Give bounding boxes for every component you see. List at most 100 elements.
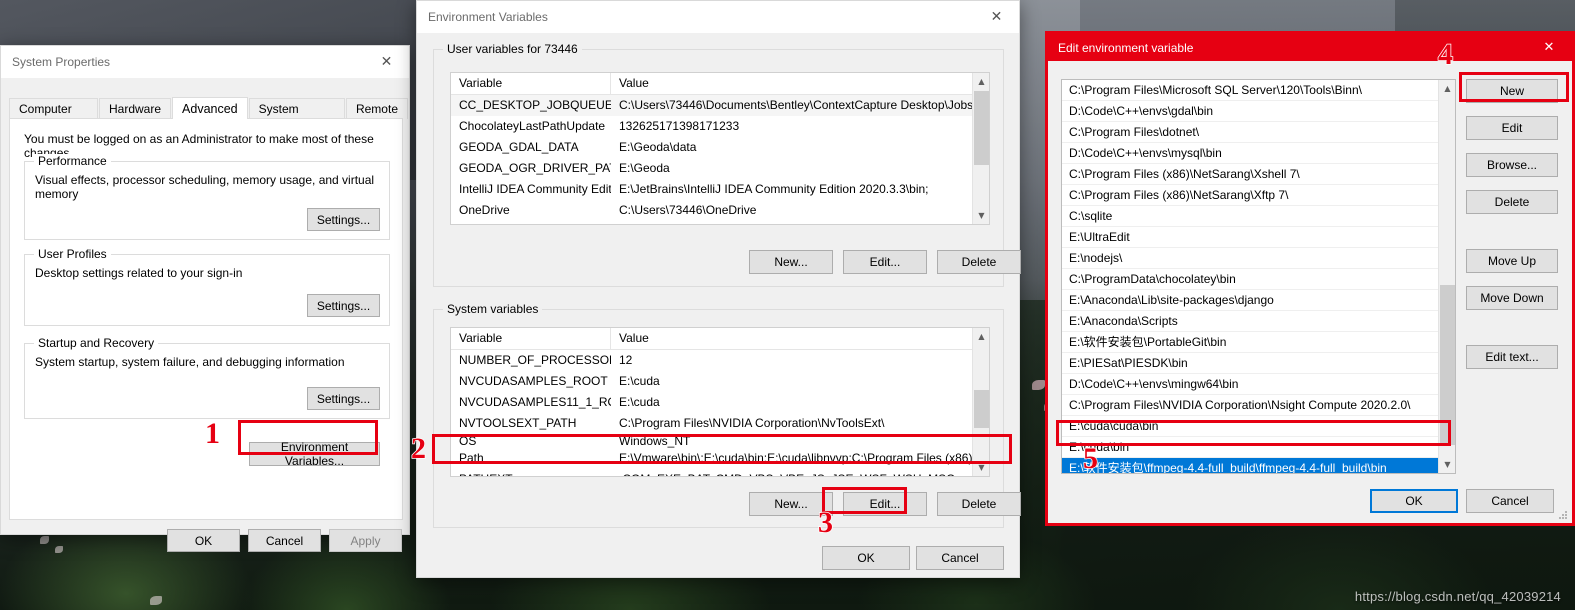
cell-variable: NUMBER_OF_PROCESSORS	[451, 350, 611, 371]
list-item[interactable]: C:\ProgramData\chocolatey\bin	[1062, 269, 1455, 290]
user-edit-button[interactable]: Edit...	[843, 250, 927, 274]
edit-env-cancel-button[interactable]: Cancel	[1466, 489, 1554, 513]
startup-recovery-group-label: Startup and Recovery	[34, 336, 158, 350]
cell-variable: NVTOOLSEXT_PATH	[451, 413, 611, 434]
scrollbar-thumb[interactable]	[974, 91, 989, 165]
list-item[interactable]: D:\Code\C++\envs\gdal\bin	[1062, 101, 1455, 122]
edit-env-ok-button[interactable]: OK	[1370, 489, 1458, 513]
user-profiles-group: User Profiles Desktop settings related t…	[24, 254, 390, 326]
column-header-value[interactable]: Value	[611, 73, 974, 95]
path-list-scrollbar[interactable]: ▲ ▼	[1438, 80, 1455, 473]
startup-recovery-settings-label: Settings...	[317, 392, 370, 406]
list-item[interactable]: C:\Program Files\Microsoft SQL Server\12…	[1062, 80, 1455, 101]
list-item[interactable]: E:\Anaconda\Lib\site-packages\django	[1062, 290, 1455, 311]
table-row[interactable]: NUMBER_OF_PROCESSORS 12	[451, 350, 989, 371]
cell-variable: PATHEXT	[451, 469, 611, 477]
list-item[interactable]: E:\UltraEdit	[1062, 227, 1455, 248]
list-item[interactable]: E:\nodejs\	[1062, 248, 1455, 269]
column-header-value[interactable]: Value	[611, 328, 974, 350]
table-row[interactable]: CC_DESKTOP_JOBQUEUE C:\Users\73446\Docum…	[451, 95, 989, 116]
table-row[interactable]: NVTOOLSEXT_PATH C:\Program Files\NVIDIA …	[451, 413, 989, 434]
tab-system-protection[interactable]: System Protection	[249, 98, 345, 119]
path-edit-text-button[interactable]: Edit text...	[1466, 345, 1558, 369]
apply-label: Apply	[350, 534, 380, 548]
scroll-up-icon[interactable]: ▲	[973, 73, 990, 90]
tab-hardware[interactable]: Hardware	[99, 98, 171, 119]
close-icon[interactable]: ✕	[1526, 34, 1572, 61]
tab-advanced[interactable]: Advanced	[172, 97, 248, 119]
user-variables-scrollbar[interactable]: ▲ ▼	[972, 73, 989, 224]
environment-variables-button[interactable]: Environment Variables...	[249, 442, 380, 466]
list-item[interactable]: E:\软件安装包\PortableGit\bin	[1062, 332, 1455, 353]
list-item[interactable]: C:\Program Files\NVIDIA Corporation\Nsig…	[1062, 395, 1455, 416]
scroll-up-icon[interactable]: ▲	[973, 328, 990, 345]
list-item[interactable]: E:\cuda\cuda\bin	[1062, 416, 1455, 437]
column-header-variable[interactable]: Variable	[451, 328, 611, 350]
tab-computer-name[interactable]: Computer Name	[9, 98, 98, 119]
path-edit-button[interactable]: Edit	[1466, 116, 1558, 140]
path-move-down-button[interactable]: Move Down	[1466, 286, 1558, 310]
list-item[interactable]: D:\Code\C++\envs\mingw64\bin	[1062, 374, 1455, 395]
system-properties-cancel-button[interactable]: Cancel	[248, 529, 321, 552]
list-item[interactable]: E:\Anaconda\Scripts	[1062, 311, 1455, 332]
system-delete-button[interactable]: Delete	[937, 492, 1021, 516]
list-item[interactable]: D:\Code\C++\envs\mysql\bin	[1062, 143, 1455, 164]
user-variables-listview[interactable]: Variable Value CC_DESKTOP_JOBQUEUE C:\Us…	[450, 72, 990, 225]
table-row[interactable]: IntelliJ IDEA Community Edit... E:\JetBr…	[451, 179, 989, 200]
cell-value: E:\cuda	[611, 392, 974, 413]
resize-grip-icon[interactable]	[1558, 510, 1568, 520]
scroll-down-icon[interactable]: ▼	[973, 459, 990, 476]
scroll-down-icon[interactable]: ▼	[1439, 456, 1456, 473]
user-delete-button[interactable]: Delete	[937, 250, 1021, 274]
list-item[interactable]: C:\Program Files (x86)\NetSarang\Xftp 7\	[1062, 185, 1455, 206]
user-new-label: New...	[774, 255, 807, 269]
path-move-up-button[interactable]: Move Up	[1466, 249, 1558, 273]
list-item[interactable]: E:\cuda\bin	[1062, 437, 1455, 458]
system-properties-ok-button[interactable]: OK	[167, 529, 240, 552]
system-new-button[interactable]: New...	[749, 492, 833, 516]
scroll-down-icon[interactable]: ▼	[973, 207, 990, 224]
close-icon[interactable]: ✕	[364, 47, 409, 78]
close-icon[interactable]: ✕	[974, 2, 1019, 33]
tab-remote[interactable]: Remote	[346, 98, 408, 119]
startup-recovery-settings-button[interactable]: Settings...	[307, 387, 380, 410]
column-header-variable[interactable]: Variable	[451, 73, 611, 95]
table-row[interactable]: NVCUDASAMPLES11_1_ROOT E:\cuda	[451, 392, 989, 413]
system-variables-scrollbar[interactable]: ▲ ▼	[972, 328, 989, 476]
performance-settings-button[interactable]: Settings...	[307, 208, 380, 231]
table-row[interactable]: OneDriveConsumer C:\Users\73446\OneDrive	[451, 221, 989, 225]
path-new-button[interactable]: New	[1466, 79, 1558, 103]
cell-variable: OS	[451, 434, 611, 448]
environment-variables-ok-button[interactable]: OK	[822, 546, 910, 570]
list-item[interactable]: C:\Program Files (x86)\NetSarang\Xshell …	[1062, 164, 1455, 185]
path-list[interactable]: C:\Program Files\Microsoft SQL Server\12…	[1061, 79, 1456, 474]
environment-variables-cancel-button[interactable]: Cancel	[916, 546, 1004, 570]
table-row[interactable]: NVCUDASAMPLES_ROOT E:\cuda	[451, 371, 989, 392]
list-item[interactable]: C:\Program Files\dotnet\	[1062, 122, 1455, 143]
table-row[interactable]: Path E:\Vmware\bin\;E:\cuda\bin;E:\cuda\…	[451, 448, 989, 469]
table-row[interactable]: OneDrive C:\Users\73446\OneDrive	[451, 200, 989, 221]
cell-value: Windows_NT	[611, 434, 974, 448]
user-profiles-settings-label: Settings...	[317, 299, 370, 313]
system-edit-button[interactable]: Edit...	[843, 492, 927, 516]
path-delete-button[interactable]: Delete	[1466, 190, 1558, 214]
list-item-selected[interactable]: E:\软件安装包\ffmpeg-4.4-full_build\ffmpeg-4.…	[1062, 458, 1455, 474]
list-item[interactable]: C:\sqlite	[1062, 206, 1455, 227]
table-row[interactable]: PATHEXT .COM;.EXE;.BAT;.CMD;.VBS;.VBE;.J…	[451, 469, 989, 477]
scrollbar-thumb[interactable]	[974, 390, 989, 428]
table-row[interactable]: OS Windows_NT	[451, 434, 989, 448]
table-row[interactable]: ChocolateyLastPathUpdate 132625171398171…	[451, 116, 989, 137]
user-profiles-settings-button[interactable]: Settings...	[307, 294, 380, 317]
list-item[interactable]: E:\PIESat\PIESDK\bin	[1062, 353, 1455, 374]
scrollbar-thumb[interactable]	[1440, 285, 1455, 445]
table-row[interactable]: GEODA_GDAL_DATA E:\Geoda\data	[451, 137, 989, 158]
scroll-up-icon[interactable]: ▲	[1439, 80, 1456, 97]
environment-variables-label: Environment Variables...	[250, 440, 379, 468]
ok-label: OK	[1405, 494, 1422, 508]
performance-description: Visual effects, processor scheduling, me…	[35, 173, 385, 201]
table-row[interactable]: GEODA_OGR_DRIVER_PATH E:\Geoda	[451, 158, 989, 179]
user-variables-group-label: User variables for 73446	[443, 42, 582, 56]
system-variables-listview[interactable]: Variable Value NUMBER_OF_PROCESSORS 12 N…	[450, 327, 990, 477]
user-new-button[interactable]: New...	[749, 250, 833, 274]
path-browse-button[interactable]: Browse...	[1466, 153, 1558, 177]
